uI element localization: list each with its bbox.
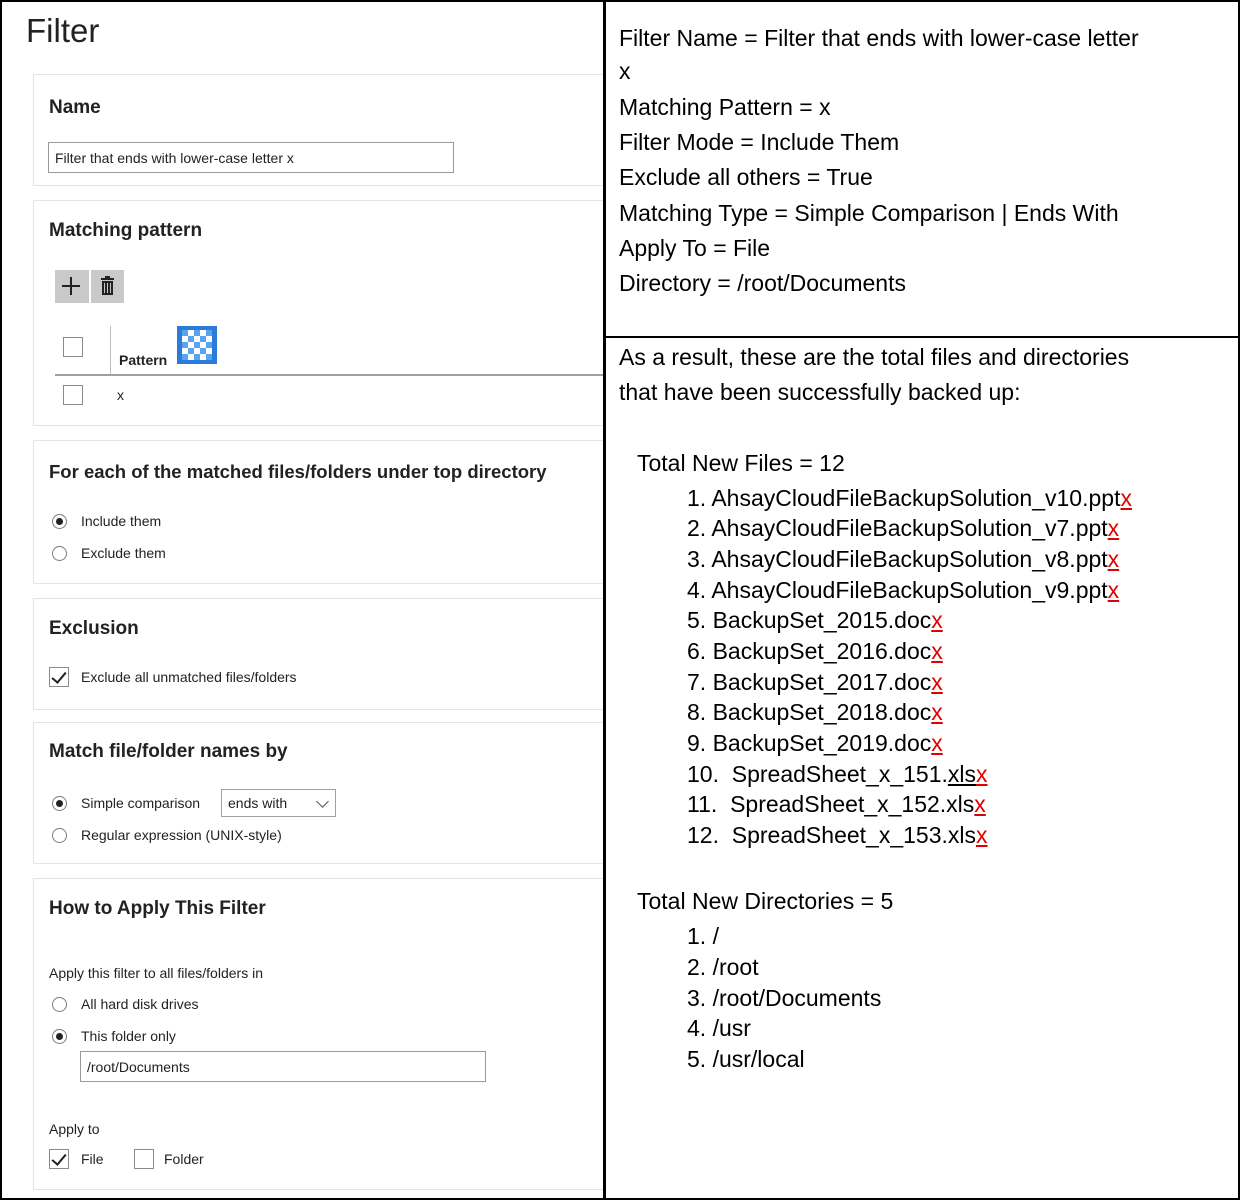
mode-title: For each of the matched files/folders un…	[49, 461, 547, 482]
pattern-column-header: Pattern	[119, 352, 168, 368]
summary-exclude: Exclude all others = True	[619, 164, 873, 190]
result-intro-2: that have been successfully backed up:	[619, 379, 1021, 405]
apply-folder-checkbox[interactable]	[134, 1149, 154, 1169]
name-title: Name	[49, 97, 101, 118]
list-item: 3. /root/Documents	[687, 985, 882, 1011]
apply-folder-label: Folder	[164, 1151, 204, 1167]
folder-path-input[interactable]: /root/Documents	[80, 1051, 486, 1082]
exclude-unmatched-checkbox[interactable]	[49, 667, 69, 687]
list-item: 3. AhsayCloudFileBackupSolution_v8.pptx	[687, 546, 1120, 572]
list-item: 10. SpreadSheet_x_151.xlsx	[687, 761, 988, 787]
page-title: Filter	[26, 12, 100, 49]
exclusion-card: Exclusion Exclude all unmatched files/fo…	[33, 598, 603, 710]
exclude-them-radio[interactable]	[52, 546, 67, 561]
summary-apply-to: Apply To = File	[619, 235, 771, 261]
list-item: 2. AhsayCloudFileBackupSolution_v7.pptx	[687, 515, 1120, 541]
summary-filter-name-cont: x	[619, 58, 631, 84]
exclusion-title: Exclusion	[49, 618, 139, 639]
add-pattern-button[interactable]	[55, 270, 89, 303]
pattern-row-checkbox[interactable]	[63, 385, 83, 405]
list-item: 2. /root	[687, 954, 759, 980]
chevron-down-icon	[316, 795, 329, 808]
list-item: 9. BackupSet_2019.docx	[687, 730, 943, 756]
exclude-unmatched-label: Exclude all unmatched files/folders	[81, 669, 297, 685]
table-header-rule	[55, 374, 603, 376]
list-item: 5. BackupSet_2015.docx	[687, 607, 943, 633]
trash-icon	[101, 276, 114, 295]
mode-card: For each of the matched files/folders un…	[33, 440, 603, 584]
comparison-type-select[interactable]: ends with	[221, 789, 336, 817]
column-divider	[110, 326, 111, 374]
list-item: 12. SpreadSheet_x_153.xlsx	[687, 822, 988, 848]
apply-file-checkbox[interactable]	[49, 1149, 69, 1169]
simple-comparison-label: Simple comparison	[81, 795, 201, 811]
this-folder-label: This folder only	[81, 1028, 176, 1044]
match-card: Match file/folder names by Simple compar…	[33, 722, 603, 864]
list-item: 7. BackupSet_2017.docx	[687, 669, 943, 695]
apply-in-label: Apply this filter to all files/folders i…	[49, 965, 263, 981]
apply-title: How to Apply This Filter	[49, 898, 266, 919]
list-item: 6. BackupSet_2016.docx	[687, 638, 943, 664]
include-them-radio[interactable]	[52, 514, 67, 529]
all-drives-radio[interactable]	[52, 997, 67, 1012]
delete-pattern-button[interactable]	[91, 270, 124, 303]
list-item: 5. /usr/local	[687, 1046, 805, 1072]
list-item: 1. /	[687, 923, 719, 949]
filter-panel: Filter Name Filter that ends with lower-…	[2, 2, 603, 1198]
filter-name-input[interactable]: Filter that ends with lower-case letter …	[48, 142, 454, 173]
grid-pattern-icon	[182, 330, 212, 360]
list-item: 4. /usr	[687, 1015, 751, 1041]
pattern-card: Matching pattern Pattern x	[33, 200, 603, 426]
summary-directory: Directory = /root/Documents	[619, 270, 906, 296]
pattern-column-icon[interactable]	[177, 326, 217, 364]
files-heading: Total New Files = 12	[637, 450, 845, 476]
list-item: 11. SpreadSheet_x_152.xlsx	[687, 791, 986, 817]
result-intro-1: As a result, these are the total files a…	[619, 344, 1130, 370]
all-drives-label: All hard disk drives	[81, 996, 199, 1012]
notes-panel: Filter Name = Filter that ends with lowe…	[606, 2, 1238, 1198]
list-item: 8. BackupSet_2018.docx	[687, 699, 943, 725]
simple-comparison-radio[interactable]	[52, 796, 67, 811]
name-card: Name Filter that ends with lower-case le…	[33, 74, 603, 186]
pattern-row-value: x	[117, 387, 124, 403]
list-item: 1. AhsayCloudFileBackupSolution_v10.pptx	[687, 485, 1132, 511]
dirs-heading: Total New Directories = 5	[637, 888, 894, 914]
include-them-label: Include them	[81, 513, 162, 529]
this-folder-radio[interactable]	[52, 1029, 67, 1044]
summary-pattern: Matching Pattern = x	[619, 94, 831, 120]
list-item: 4. AhsayCloudFileBackupSolution_v9.pptx	[687, 577, 1120, 603]
summary-matching-type: Matching Type = Simple Comparison | Ends…	[619, 200, 1119, 226]
regex-label: Regular expression (UNIX-style)	[81, 827, 282, 843]
apply-card: How to Apply This Filter Apply this filt…	[33, 878, 603, 1190]
apply-to-label: Apply to	[49, 1121, 100, 1137]
regex-radio[interactable]	[52, 828, 67, 843]
comparison-type-value: ends with	[228, 795, 288, 811]
match-title: Match file/folder names by	[49, 741, 288, 762]
pattern-title: Matching pattern	[49, 220, 203, 241]
exclude-them-label: Exclude them	[81, 545, 166, 561]
select-all-checkbox[interactable]	[63, 337, 83, 357]
apply-file-label: File	[81, 1151, 104, 1167]
summary-mode: Filter Mode = Include Them	[619, 129, 900, 155]
summary-filter-name: Filter Name = Filter that ends with lowe…	[619, 25, 1139, 51]
